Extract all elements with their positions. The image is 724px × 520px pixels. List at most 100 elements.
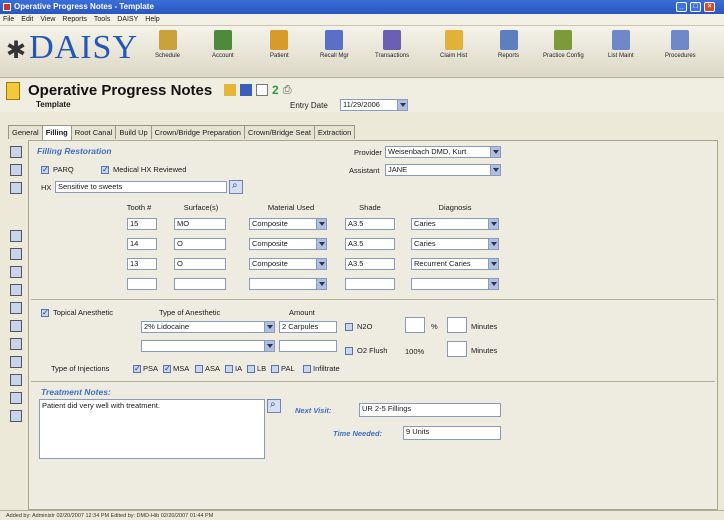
surface-cell[interactable] bbox=[174, 278, 226, 290]
edit-icon[interactable] bbox=[10, 230, 22, 242]
refresh-icon[interactable]: 2 bbox=[272, 84, 279, 96]
dropdown-arrow-icon[interactable] bbox=[316, 239, 326, 249]
entry-date-field[interactable]: 11/29/2006 bbox=[340, 99, 408, 111]
material-select[interactable]: Composite bbox=[249, 218, 327, 230]
menu-edit[interactable]: Edit bbox=[21, 14, 33, 25]
tooth-cell[interactable]: 15 bbox=[127, 218, 157, 230]
surface-cell[interactable]: O bbox=[174, 238, 226, 250]
document-icon[interactable] bbox=[10, 410, 22, 422]
new-document-icon[interactable] bbox=[256, 84, 268, 96]
amount-input[interactable]: 2 Carpules bbox=[279, 321, 337, 333]
tab-crown-bridge-seat[interactable]: Crown/Bridge Seat bbox=[243, 125, 315, 139]
dropdown-arrow-icon[interactable] bbox=[397, 100, 407, 110]
open-icon[interactable] bbox=[224, 84, 236, 96]
ia-checkbox[interactable] bbox=[225, 365, 233, 373]
abc-icon[interactable] bbox=[10, 164, 22, 176]
diagnosis-select[interactable] bbox=[411, 278, 499, 290]
diagnosis-select[interactable]: Caries bbox=[411, 238, 499, 250]
minimize-icon[interactable]: _ bbox=[676, 2, 687, 12]
diagnosis-select[interactable]: Recurrent Caries bbox=[411, 258, 499, 270]
save-icon[interactable] bbox=[240, 84, 252, 96]
dropdown-arrow-icon[interactable] bbox=[264, 322, 274, 332]
shade-cell[interactable]: A3.5 bbox=[345, 238, 395, 250]
search-icon[interactable] bbox=[229, 180, 243, 194]
tool-icon[interactable] bbox=[10, 182, 22, 194]
practice-config-button[interactable]: Practice Config bbox=[543, 30, 584, 59]
menu-daisy[interactable]: DAISY bbox=[117, 14, 138, 25]
tooth-cell[interactable]: 13 bbox=[127, 258, 157, 270]
tooth-cell[interactable] bbox=[127, 278, 157, 290]
print-icon[interactable]: ⎙ bbox=[283, 84, 292, 96]
topical-anesthetic-checkbox[interactable] bbox=[41, 308, 49, 317]
menu-view[interactable]: View bbox=[40, 14, 55, 25]
tool-icon[interactable] bbox=[10, 284, 22, 296]
reports-button[interactable]: Reports bbox=[498, 30, 519, 59]
tool-icon[interactable] bbox=[10, 374, 22, 386]
next-visit-input[interactable]: UR 2-5 Fillings bbox=[359, 403, 501, 417]
menu-tools[interactable]: Tools bbox=[94, 14, 110, 25]
tab-root-canal[interactable]: Root Canal bbox=[70, 125, 117, 139]
search-icon[interactable] bbox=[267, 399, 281, 413]
n2o-percent-input[interactable] bbox=[405, 317, 425, 333]
tool-icon[interactable] bbox=[10, 392, 22, 404]
tool-icon[interactable] bbox=[10, 248, 22, 260]
msa-checkbox[interactable] bbox=[163, 364, 171, 373]
parq-checkbox[interactable] bbox=[41, 165, 49, 174]
maximize-icon[interactable]: □ bbox=[690, 2, 701, 12]
menu-help[interactable]: Help bbox=[145, 14, 159, 25]
tool-icon[interactable] bbox=[10, 266, 22, 278]
material-select[interactable]: Composite bbox=[249, 258, 327, 270]
dropdown-arrow-icon[interactable] bbox=[488, 279, 498, 289]
o2-flush-checkbox[interactable] bbox=[345, 347, 353, 355]
procedures-button[interactable]: Procedures bbox=[665, 30, 696, 59]
transactions-button[interactable]: Transactions bbox=[375, 30, 409, 59]
tool-icon[interactable] bbox=[10, 302, 22, 314]
tool-icon[interactable] bbox=[10, 338, 22, 350]
tab-general[interactable]: General bbox=[8, 125, 43, 139]
patient-button[interactable]: Patient bbox=[270, 30, 289, 59]
surface-cell[interactable]: O bbox=[174, 258, 226, 270]
menu-file[interactable]: File bbox=[3, 14, 14, 25]
infiltrate-checkbox[interactable] bbox=[303, 365, 311, 373]
recall-manager-button[interactable]: Recall Mgr bbox=[320, 30, 349, 59]
shade-cell[interactable] bbox=[345, 278, 395, 290]
close-icon[interactable]: × bbox=[704, 2, 715, 12]
menu-reports[interactable]: Reports bbox=[62, 14, 87, 25]
dropdown-arrow-icon[interactable] bbox=[264, 341, 274, 351]
medical-hx-checkbox[interactable] bbox=[101, 165, 109, 174]
list-maint-button[interactable]: List Maint bbox=[608, 30, 634, 59]
anesthetic-type-select-2[interactable] bbox=[141, 340, 275, 352]
o2-minutes-input[interactable] bbox=[447, 341, 467, 357]
tab-crown-bridge-preparation[interactable]: Crown/Bridge Preparation bbox=[150, 125, 245, 139]
asa-checkbox[interactable] bbox=[195, 365, 203, 373]
material-select[interactable]: Composite bbox=[249, 238, 327, 250]
n2o-minutes-input[interactable] bbox=[447, 317, 467, 333]
shade-cell[interactable]: A3.5 bbox=[345, 218, 395, 230]
tab-filling[interactable]: Filling bbox=[41, 125, 72, 140]
dropdown-arrow-icon[interactable] bbox=[316, 279, 326, 289]
psa-checkbox[interactable] bbox=[133, 364, 141, 373]
dropdown-arrow-icon[interactable] bbox=[316, 219, 326, 229]
abc-icon[interactable] bbox=[10, 146, 22, 158]
dropdown-arrow-icon[interactable] bbox=[490, 147, 500, 157]
treatment-notes-textarea[interactable]: Patient did very well with treatment. bbox=[39, 399, 265, 459]
dropdown-arrow-icon[interactable] bbox=[488, 239, 498, 249]
tool-icon[interactable] bbox=[10, 356, 22, 368]
time-needed-input[interactable]: 9 Units bbox=[403, 426, 501, 440]
dropdown-arrow-icon[interactable] bbox=[490, 165, 500, 175]
pal-checkbox[interactable] bbox=[271, 365, 279, 373]
assistant-select[interactable]: JANE bbox=[385, 164, 501, 176]
tab-extraction[interactable]: Extraction bbox=[313, 125, 356, 139]
amount-input-2[interactable] bbox=[279, 340, 337, 352]
dropdown-arrow-icon[interactable] bbox=[488, 259, 498, 269]
shade-cell[interactable]: A3.5 bbox=[345, 258, 395, 270]
diagnosis-select[interactable]: Caries bbox=[411, 218, 499, 230]
dropdown-arrow-icon[interactable] bbox=[316, 259, 326, 269]
tab-build-up[interactable]: Build Up bbox=[115, 125, 152, 139]
tool-icon[interactable] bbox=[10, 320, 22, 332]
material-select[interactable] bbox=[249, 278, 327, 290]
anesthetic-type-select[interactable]: 2% Lidocaine bbox=[141, 321, 275, 333]
lb-checkbox[interactable] bbox=[247, 365, 255, 373]
hx-input[interactable]: Sensitive to sweets bbox=[55, 181, 227, 193]
account-button[interactable]: Account bbox=[212, 30, 234, 59]
